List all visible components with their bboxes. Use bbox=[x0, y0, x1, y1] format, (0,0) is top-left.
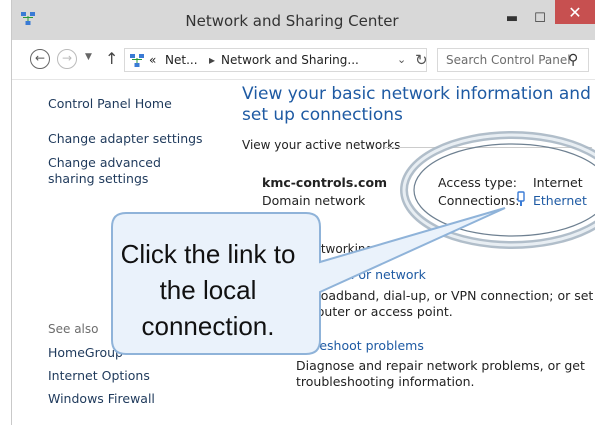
search-icon[interactable]: ⚲ bbox=[568, 52, 578, 68]
search-input[interactable]: Search Control Panel ⚲ bbox=[437, 48, 589, 72]
window-title: Network and Sharing Center bbox=[185, 12, 399, 30]
breadcrumb-chevron-icon[interactable]: ▸ bbox=[209, 53, 215, 67]
access-type-value: Internet bbox=[533, 175, 583, 190]
maximize-button[interactable]: ☐ bbox=[526, 4, 554, 32]
minimize-button[interactable]: ▬ bbox=[498, 4, 526, 32]
nav-change-adapter-settings[interactable]: Change adapter settings bbox=[48, 131, 203, 147]
page-title: View your basic network information and … bbox=[242, 84, 591, 125]
setup-connection-description: ...broadband, dial-up, or VPN connection… bbox=[296, 288, 594, 319]
see-also-heading: See also bbox=[48, 322, 99, 336]
troubleshoot-description: Diagnose and repair network problems, or… bbox=[296, 358, 585, 389]
nav-windows-firewall[interactable]: Windows Firewall bbox=[48, 391, 155, 407]
ethernet-connection-link[interactable]: Ethernet bbox=[533, 193, 587, 208]
section-divider bbox=[384, 147, 592, 148]
refresh-icon[interactable]: ↻ bbox=[415, 51, 428, 69]
breadcrumb-network[interactable]: Net... bbox=[165, 53, 198, 67]
breadcrumb-sharing-center[interactable]: Network and Sharing... bbox=[221, 53, 359, 67]
address-row: ← → ▼ ↑ « Net... ▸ Network and Sharing..… bbox=[12, 40, 595, 80]
network-name: kmc-controls.com bbox=[262, 175, 388, 190]
troubleshoot-link[interactable]: ...bleshoot problems bbox=[296, 338, 424, 353]
connections-label: Connections: bbox=[438, 193, 520, 208]
ethernet-icon bbox=[517, 191, 525, 206]
close-button[interactable]: ✕ bbox=[555, 0, 595, 24]
up-arrow-icon[interactable]: ↑ bbox=[105, 49, 118, 68]
back-button[interactable]: ← bbox=[30, 49, 50, 69]
network-type: Domain network bbox=[262, 193, 366, 208]
network-sharing-window: Network and Sharing Center ▬ ☐ ✕ ← → ▼ ↑… bbox=[11, 0, 595, 425]
nav-homegroup[interactable]: HomeGroup bbox=[48, 345, 123, 361]
control-panel-icon bbox=[130, 54, 144, 67]
recent-locations-chevron-icon[interactable]: ▼ bbox=[85, 52, 92, 62]
title-bar[interactable]: Network and Sharing Center ▬ ☐ ✕ bbox=[12, 0, 595, 40]
access-type-label: Access type: bbox=[438, 175, 517, 190]
search-placeholder: Search Control Panel bbox=[446, 53, 571, 67]
address-bar[interactable]: « Net... ▸ Network and Sharing... ⌄ ↻ bbox=[124, 48, 428, 72]
change-networking-label: ...etworking s... bbox=[302, 242, 395, 256]
callout-instruction: Click the link to the local connection. bbox=[120, 239, 296, 341]
active-networks-label: View your active networks bbox=[242, 138, 401, 152]
nav-internet-options[interactable]: Internet Options bbox=[48, 368, 150, 384]
setup-connection-link[interactable]: ...nection or network bbox=[296, 267, 426, 282]
nav-change-advanced-sharing[interactable]: Change advanced sharing settings bbox=[48, 155, 208, 187]
address-dropdown-icon[interactable]: ⌄ bbox=[397, 53, 406, 66]
nav-control-panel-home[interactable]: Control Panel Home bbox=[48, 96, 172, 112]
forward-button[interactable]: → bbox=[57, 49, 77, 69]
breadcrumb-overflow[interactable]: « bbox=[149, 53, 156, 67]
